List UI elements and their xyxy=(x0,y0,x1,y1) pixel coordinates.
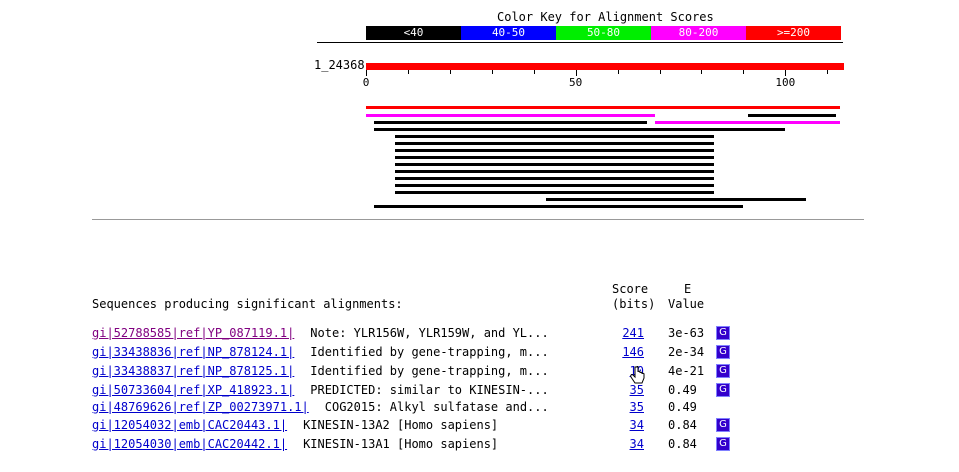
sequence-id-link[interactable]: gi|12054032|emb|CAC20443.1| xyxy=(92,418,287,432)
gene-link-icon[interactable]: G xyxy=(716,437,730,451)
results-heading: Sequences producing significant alignmen… xyxy=(92,297,403,311)
gene-link-icon[interactable]: G xyxy=(716,364,730,378)
evalue: 0.49 xyxy=(668,400,697,414)
evalue: 0.49 xyxy=(668,383,697,397)
axis-label: 50 xyxy=(569,76,583,89)
sequence-description: KINESIN-13A2 [Homo sapiens] xyxy=(303,418,499,432)
color-key-segment: 40-50 xyxy=(461,26,556,40)
sequence-id-link[interactable]: gi|48769626|ref|ZP_00273971.1| xyxy=(92,400,309,414)
gene-link-icon[interactable]: G xyxy=(716,326,730,340)
hit-bar[interactable] xyxy=(395,135,714,138)
hit-bar[interactable] xyxy=(395,177,714,180)
sequence-id-link[interactable]: gi|12054030|emb|CAC20442.1| xyxy=(92,437,287,451)
hit-bar[interactable] xyxy=(374,205,744,208)
sequence-description: Identified by gene-trapping, m... xyxy=(310,345,549,359)
score-link[interactable]: 34 xyxy=(620,437,644,451)
hit-bar[interactable] xyxy=(655,121,840,124)
hit-bar[interactable] xyxy=(374,128,786,131)
gene-link-icon[interactable]: G xyxy=(716,345,730,359)
alignment-hits-graphic[interactable] xyxy=(366,106,844,212)
axis-tick xyxy=(659,70,661,74)
gene-link-icon[interactable]: G xyxy=(716,418,730,432)
color-key-segment: >=200 xyxy=(746,26,841,40)
color-key-segment: 80-200 xyxy=(651,26,746,40)
sequence-description: Identified by gene-trapping, m... xyxy=(310,364,549,378)
hit-bar[interactable] xyxy=(395,149,714,152)
evalue-header: E xyxy=(684,282,692,296)
evalue: 0.84 xyxy=(668,418,697,432)
axis-tick xyxy=(491,70,493,74)
axis-tick xyxy=(449,70,451,74)
table-row: gi|52788585|ref|YP_087119.1| Note: YLR156… xyxy=(92,326,549,342)
color-key-segment: <40 xyxy=(366,26,461,40)
hit-bar[interactable] xyxy=(395,163,714,166)
color-key-bar: <40 40-50 50-80 80-200 >=200 xyxy=(366,26,841,40)
evalue: 4e-21 xyxy=(668,364,705,378)
color-key-segment: 50-80 xyxy=(556,26,651,40)
table-row: gi|12054032|emb|CAC20443.1| KINESIN-13A2 … xyxy=(92,418,498,434)
axis-tick xyxy=(743,70,745,74)
table-row: gi|48769626|ref|ZP_00273971.1| COG2015: A… xyxy=(92,400,549,416)
hit-bar[interactable] xyxy=(366,106,840,109)
sequence-id-link[interactable]: gi|33438837|ref|NP_878125.1| xyxy=(92,364,294,378)
axis-tick xyxy=(533,70,535,74)
section-divider xyxy=(92,219,864,220)
score-link[interactable]: 34 xyxy=(620,418,644,432)
hit-bar[interactable] xyxy=(395,184,714,187)
hit-bar[interactable] xyxy=(366,114,656,117)
sequence-description: COG2015: Alkyl sulfatase and... xyxy=(324,400,549,414)
axis-tick xyxy=(701,70,703,74)
score-unit-header: (bits) xyxy=(612,297,656,311)
hit-bar[interactable] xyxy=(395,191,714,194)
evalue: 0.84 xyxy=(668,437,697,451)
score-link[interactable]: 35 xyxy=(620,400,644,414)
evalue: 2e-34 xyxy=(668,345,705,359)
key-divider xyxy=(317,42,843,43)
query-label: 1_24368 xyxy=(314,58,365,72)
evalue: 3e-63 xyxy=(668,326,705,340)
hit-bar[interactable] xyxy=(374,121,647,124)
query-bar xyxy=(366,63,844,70)
axis-tick xyxy=(827,70,829,74)
hand-cursor-icon xyxy=(630,366,645,384)
axis-label: 100 xyxy=(775,76,796,89)
sequence-id-link[interactable]: gi|33438836|ref|NP_878124.1| xyxy=(92,345,294,359)
table-row: gi|33438837|ref|NP_878125.1| Identified b… xyxy=(92,364,549,380)
sequence-description: PREDICTED: similar to KINESIN-... xyxy=(310,383,549,397)
hit-bar[interactable] xyxy=(395,142,714,145)
axis-tick xyxy=(407,70,409,74)
gene-link-icon[interactable]: G xyxy=(716,383,730,397)
score-header: Score xyxy=(612,282,649,296)
hit-bar[interactable] xyxy=(546,198,807,201)
hit-bar[interactable] xyxy=(747,114,836,117)
evalue-unit-header: Value xyxy=(668,297,705,311)
hit-bar[interactable] xyxy=(395,156,714,159)
query-axis: 0 50 100 xyxy=(363,70,844,89)
score-link[interactable]: 241 xyxy=(620,326,644,340)
sequence-id-link[interactable]: gi|50733604|ref|XP_418923.1| xyxy=(92,383,294,397)
table-row: gi|50733604|ref|XP_418923.1| PREDICTED: s… xyxy=(92,383,549,399)
sequence-description: KINESIN-13A1 [Homo sapiens] xyxy=(303,437,499,451)
axis-label: 0 xyxy=(362,76,370,89)
color-key-title: Color Key for Alignment Scores xyxy=(497,10,714,24)
table-row: gi|33438836|ref|NP_878124.1| Identified b… xyxy=(92,345,549,361)
table-row: gi|12054030|emb|CAC20442.1| KINESIN-13A1 … xyxy=(92,437,498,453)
score-link[interactable]: 146 xyxy=(620,345,644,359)
sequence-description: Note: YLR156W, YLR159W, and YL... xyxy=(310,326,549,340)
sequence-id-link[interactable]: gi|52788585|ref|YP_087119.1| xyxy=(92,326,294,340)
axis-tick xyxy=(617,70,619,74)
hit-bar[interactable] xyxy=(395,170,714,173)
